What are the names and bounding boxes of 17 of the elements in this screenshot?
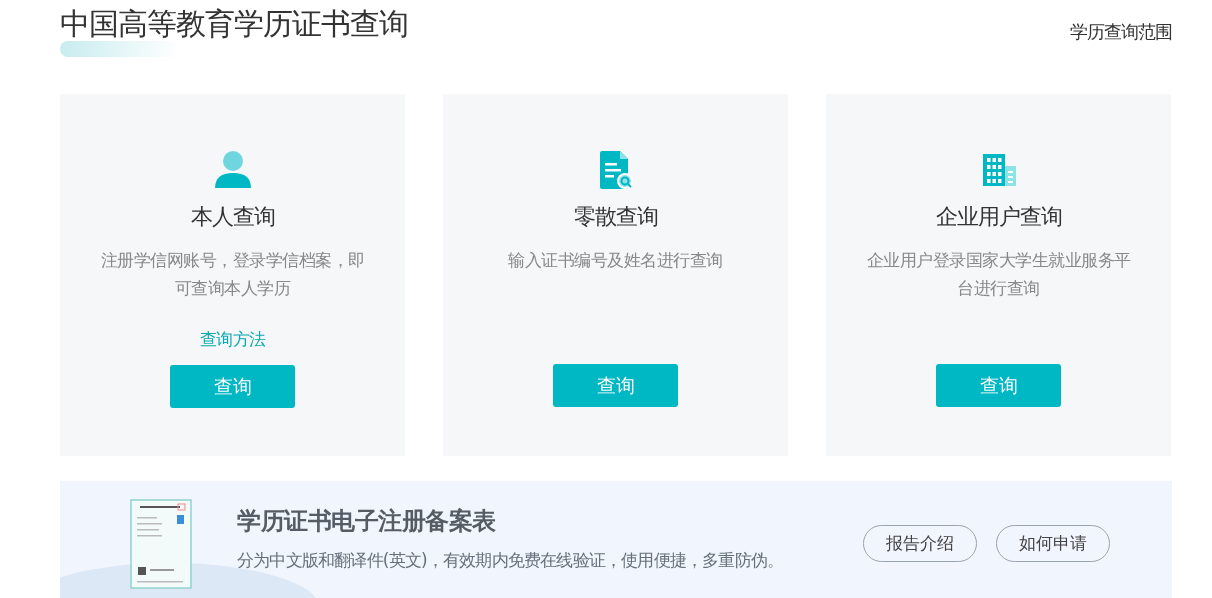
card-title: 本人查询 [190, 203, 275, 231]
card-description: 输入证书编号及姓名进行查询 [507, 249, 724, 272]
document-search-icon [597, 150, 634, 190]
person-icon [213, 150, 252, 190]
banner-description: 分为中文版和翻译件(英文)，有效期内免费在线验证，使用便捷，多重防伪。 [237, 549, 784, 572]
building-icon [980, 152, 1017, 188]
query-button[interactable]: 查询 [936, 364, 1061, 407]
scope-link[interactable]: 学历查询范围 [1070, 20, 1172, 44]
card-description: 注册学信网账号，登录学信档案，即可查询本人学历 [99, 249, 366, 300]
card-description: 企业用户登录国家大学生就业服务平台进行查询 [865, 249, 1132, 300]
page-title: 中国高等教育学历证书查询 [60, 8, 408, 40]
method-link[interactable]: 查询方法 [199, 328, 266, 351]
query-button[interactable]: 查询 [170, 365, 295, 408]
card-title: 企业用户查询 [935, 203, 1062, 231]
card-title: 零散查询 [573, 203, 658, 231]
banner-title: 学历证书电子注册备案表 [237, 506, 497, 537]
query-button[interactable]: 查询 [553, 364, 678, 407]
